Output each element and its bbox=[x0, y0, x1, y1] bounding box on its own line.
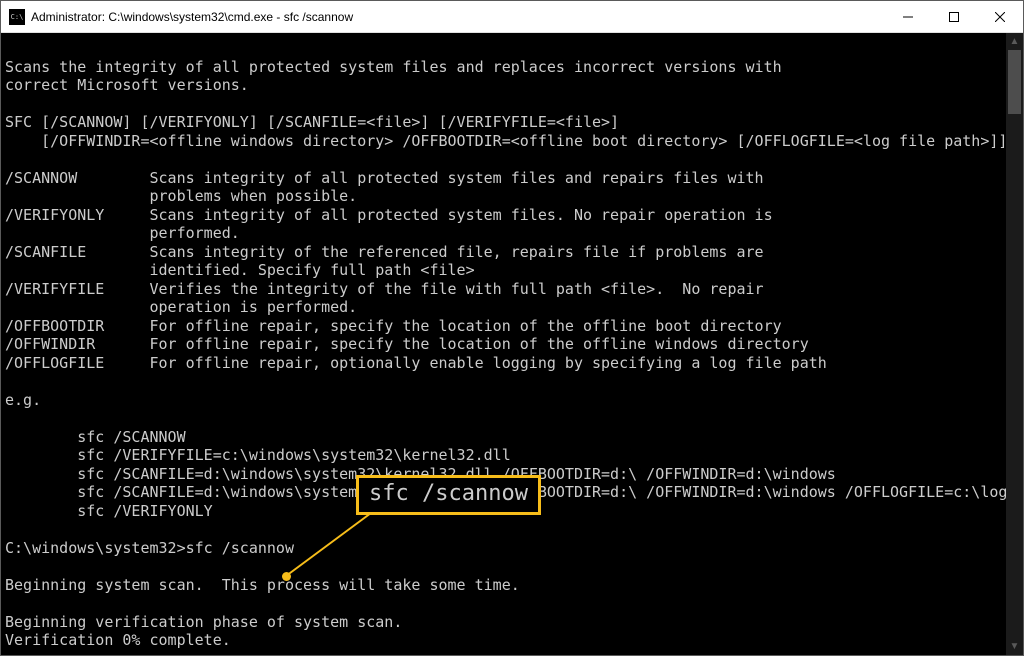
close-icon bbox=[995, 12, 1005, 22]
scroll-down-arrow-icon[interactable]: ▼ bbox=[1006, 638, 1023, 655]
minimize-button[interactable] bbox=[885, 1, 931, 32]
window-title: Administrator: C:\windows\system32\cmd.e… bbox=[31, 10, 885, 24]
scrollbar-vertical[interactable]: ▲ ▼ bbox=[1006, 33, 1023, 655]
console-output[interactable]: Scans the integrity of all protected sys… bbox=[1, 33, 1023, 655]
cmd-icon bbox=[9, 9, 25, 25]
titlebar[interactable]: Administrator: C:\windows\system32\cmd.e… bbox=[1, 1, 1023, 33]
callout-text: sfc /scannow bbox=[369, 481, 528, 506]
scroll-up-arrow-icon[interactable]: ▲ bbox=[1006, 33, 1023, 50]
maximize-button[interactable] bbox=[931, 1, 977, 32]
close-button[interactable] bbox=[977, 1, 1023, 32]
cmd-window: Administrator: C:\windows\system32\cmd.e… bbox=[0, 0, 1024, 656]
maximize-icon bbox=[949, 12, 959, 22]
console-area[interactable]: Scans the integrity of all protected sys… bbox=[1, 33, 1023, 655]
window-controls bbox=[885, 1, 1023, 32]
scrollbar-thumb[interactable] bbox=[1008, 50, 1021, 114]
callout-box: sfc /scannow bbox=[356, 475, 541, 515]
minimize-icon bbox=[903, 12, 913, 22]
callout-dot-icon bbox=[282, 572, 291, 581]
